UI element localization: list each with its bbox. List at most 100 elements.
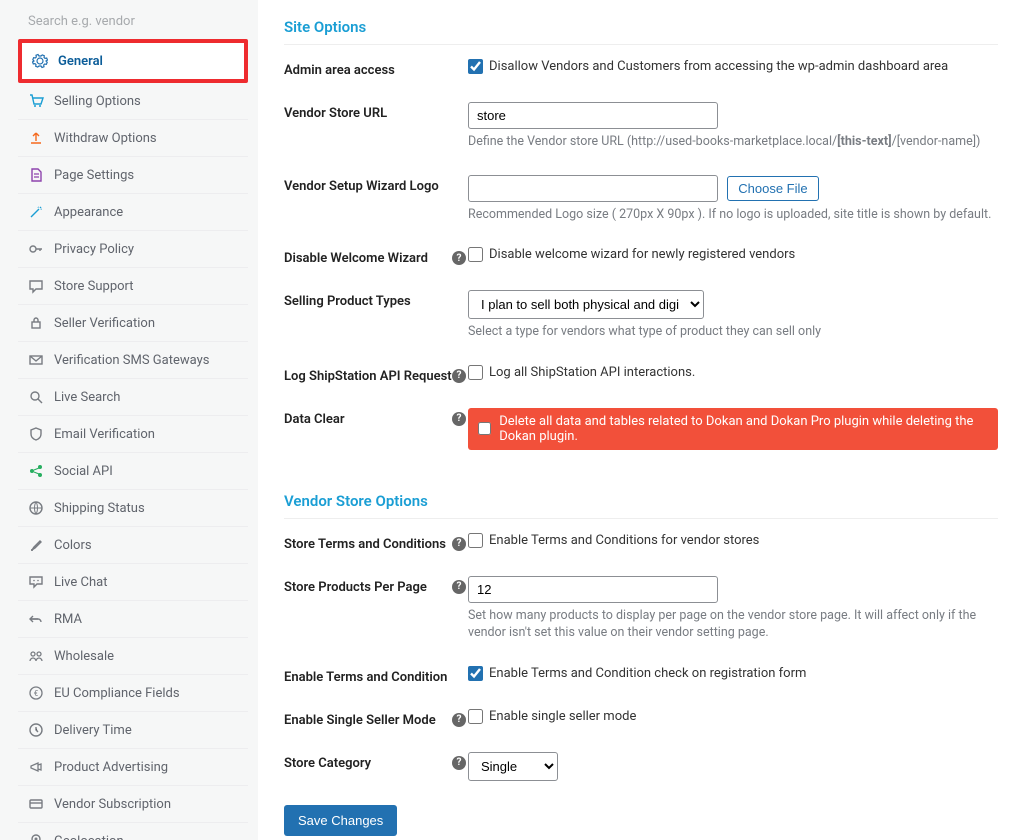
help-icon[interactable]: ? [452,369,466,383]
checkbox-admin-access[interactable]: Disallow Vendors and Customers from acce… [468,59,998,74]
section-title-vendor: Vendor Store Options [284,492,998,519]
help-icon[interactable]: ? [452,580,466,594]
sidebar-item-label: Privacy Policy [54,242,134,257]
sidebar-item-delivery-time[interactable]: Delivery Time [18,712,248,749]
sidebar-item-eu-compliance-fields[interactable]: € EU Compliance Fields [18,675,248,712]
sidebar-item-label: EU Compliance Fields [54,686,180,701]
save-changes-button[interactable]: Save Changes [284,805,397,836]
sidebar-item-selling-options[interactable]: Selling Options [18,83,248,120]
help-wizard-logo: Recommended Logo size ( 270px X 90px ). … [468,206,998,224]
label-product-types: Selling Product Types [284,290,452,309]
sidebar-item-shipping-status[interactable]: Shipping Status [18,490,248,527]
label-products-per-page: Store Products Per Page [284,576,452,595]
sidebar-item-label: Geolocation [54,834,124,840]
sidebar-item-geolocation[interactable]: Geolocation [18,823,248,840]
upload-icon [28,130,44,146]
sidebar-item-live-chat[interactable]: Live Chat [18,564,248,601]
euro-icon: € [28,685,44,701]
sidebar-item-store-support[interactable]: Store Support [18,268,248,305]
sidebar-item-general[interactable]: General [18,39,248,83]
sidebar-item-label: Seller Verification [54,316,155,331]
label-vendor-url: Vendor Store URL [284,102,452,121]
input-wizard-logo[interactable] [468,175,718,202]
field-wizard-logo: Vendor Setup Wizard Logo Choose File Rec… [284,175,998,224]
checkbox-single-seller[interactable]: Enable single seller mode [468,709,998,724]
label-admin-access: Admin area access [284,59,452,78]
svg-text:€: € [34,689,39,698]
undo-icon [28,611,44,627]
checkbox-enable-terms[interactable]: Enable Terms and Condition check on regi… [468,666,998,681]
sidebar-item-vendor-subscription[interactable]: Vendor Subscription [18,786,248,823]
sidebar-item-label: Social API [54,464,113,479]
card-icon [28,796,44,812]
danger-data-clear[interactable]: Delete all data and tables related to Do… [468,408,998,450]
shield-icon [28,426,44,442]
checkbox-shipstation-input[interactable] [468,365,483,380]
sidebar-item-label: Withdraw Options [54,131,157,146]
sidebar-item-label: Store Support [54,279,134,294]
mail-icon [28,352,44,368]
help-product-types: Select a type for vendors what type of p… [468,323,998,341]
select-product-types[interactable]: I plan to sell both physical and digital… [468,290,704,319]
sidebar-item-seller-verification[interactable]: Seller Verification [18,305,248,342]
team-icon [28,648,44,664]
field-store-category: Store Category ? Single [284,752,998,781]
sidebar-item-verification-sms-gateways[interactable]: Verification SMS Gateways [18,342,248,379]
sidebar-item-label: Product Advertising [54,760,168,775]
sidebar-item-label: Email Verification [54,427,155,442]
field-enable-terms: Enable Terms and Condition Enable Terms … [284,666,998,685]
checkbox-admin-access-input[interactable] [468,59,483,74]
choose-file-button[interactable]: Choose File [727,176,818,201]
field-store-terms: Store Terms and Conditions ? Enable Term… [284,533,998,552]
sidebar-item-label: Wholesale [54,649,114,664]
section-title-site: Site Options [284,18,998,45]
page-icon [28,167,44,183]
sidebar-item-label: Delivery Time [54,723,132,738]
sidebar-item-email-verification[interactable]: Email Verification [18,416,248,453]
checkbox-data-clear-input[interactable] [478,421,491,436]
select-store-category[interactable]: Single [468,752,558,781]
checkbox-store-terms[interactable]: Enable Terms and Conditions for vendor s… [468,533,998,548]
input-products-per-page[interactable] [468,576,718,603]
checkbox-shipstation[interactable]: Log all ShipStation API interactions. [468,365,998,380]
sidebar-item-appearance[interactable]: Appearance [18,194,248,231]
sidebar-item-social-api[interactable]: Social API [18,453,248,490]
sidebar-search-placeholder[interactable]: Search e.g. vendor [18,8,248,39]
gear-icon [32,53,48,69]
help-icon[interactable]: ? [452,713,466,727]
label-disable-wizard: Disable Welcome Wizard [284,247,452,266]
sidebar-item-label: Appearance [54,205,123,220]
search-icon [28,389,44,405]
field-products-per-page: Store Products Per Page ? Set how many p… [284,576,998,642]
sidebar-item-label: Live Chat [54,575,107,590]
chat-icon [28,278,44,294]
help-icon[interactable]: ? [452,537,466,551]
sidebar-item-withdraw-options[interactable]: Withdraw Options [18,120,248,157]
help-icon[interactable]: ? [452,412,466,426]
key-icon [28,241,44,257]
checkbox-store-terms-input[interactable] [468,533,483,548]
checkbox-disable-wizard[interactable]: Disable welcome wizard for newly registe… [468,247,998,262]
field-product-types: Selling Product Types I plan to sell bot… [284,290,998,341]
help-icon[interactable]: ? [452,251,466,265]
sidebar-item-colors[interactable]: Colors [18,527,248,564]
sidebar-item-label: Colors [54,538,92,553]
checkbox-single-seller-input[interactable] [468,709,483,724]
input-vendor-url[interactable] [468,102,718,129]
sidebar-item-product-advertising[interactable]: Product Advertising [18,749,248,786]
sidebar-item-label: Selling Options [54,94,141,109]
label-data-clear: Data Clear [284,408,452,427]
help-products-per-page: Set how many products to display per pag… [468,607,998,642]
checkbox-enable-terms-input[interactable] [468,666,483,681]
sidebar-item-privacy-policy[interactable]: Privacy Policy [18,231,248,268]
clock-icon [28,722,44,738]
sidebar-item-page-settings[interactable]: Page Settings [18,157,248,194]
sidebar-item-live-search[interactable]: Live Search [18,379,248,416]
sidebar-item-rma[interactable]: RMA [18,601,248,638]
sidebar-item-wholesale[interactable]: Wholesale [18,638,248,675]
help-icon[interactable]: ? [452,756,466,770]
help-vendor-url: Define the Vendor store URL (http://used… [468,133,998,151]
checkbox-disable-wizard-input[interactable] [468,247,483,262]
pin-icon [28,833,44,840]
field-vendor-url: Vendor Store URL Define the Vendor store… [284,102,998,151]
